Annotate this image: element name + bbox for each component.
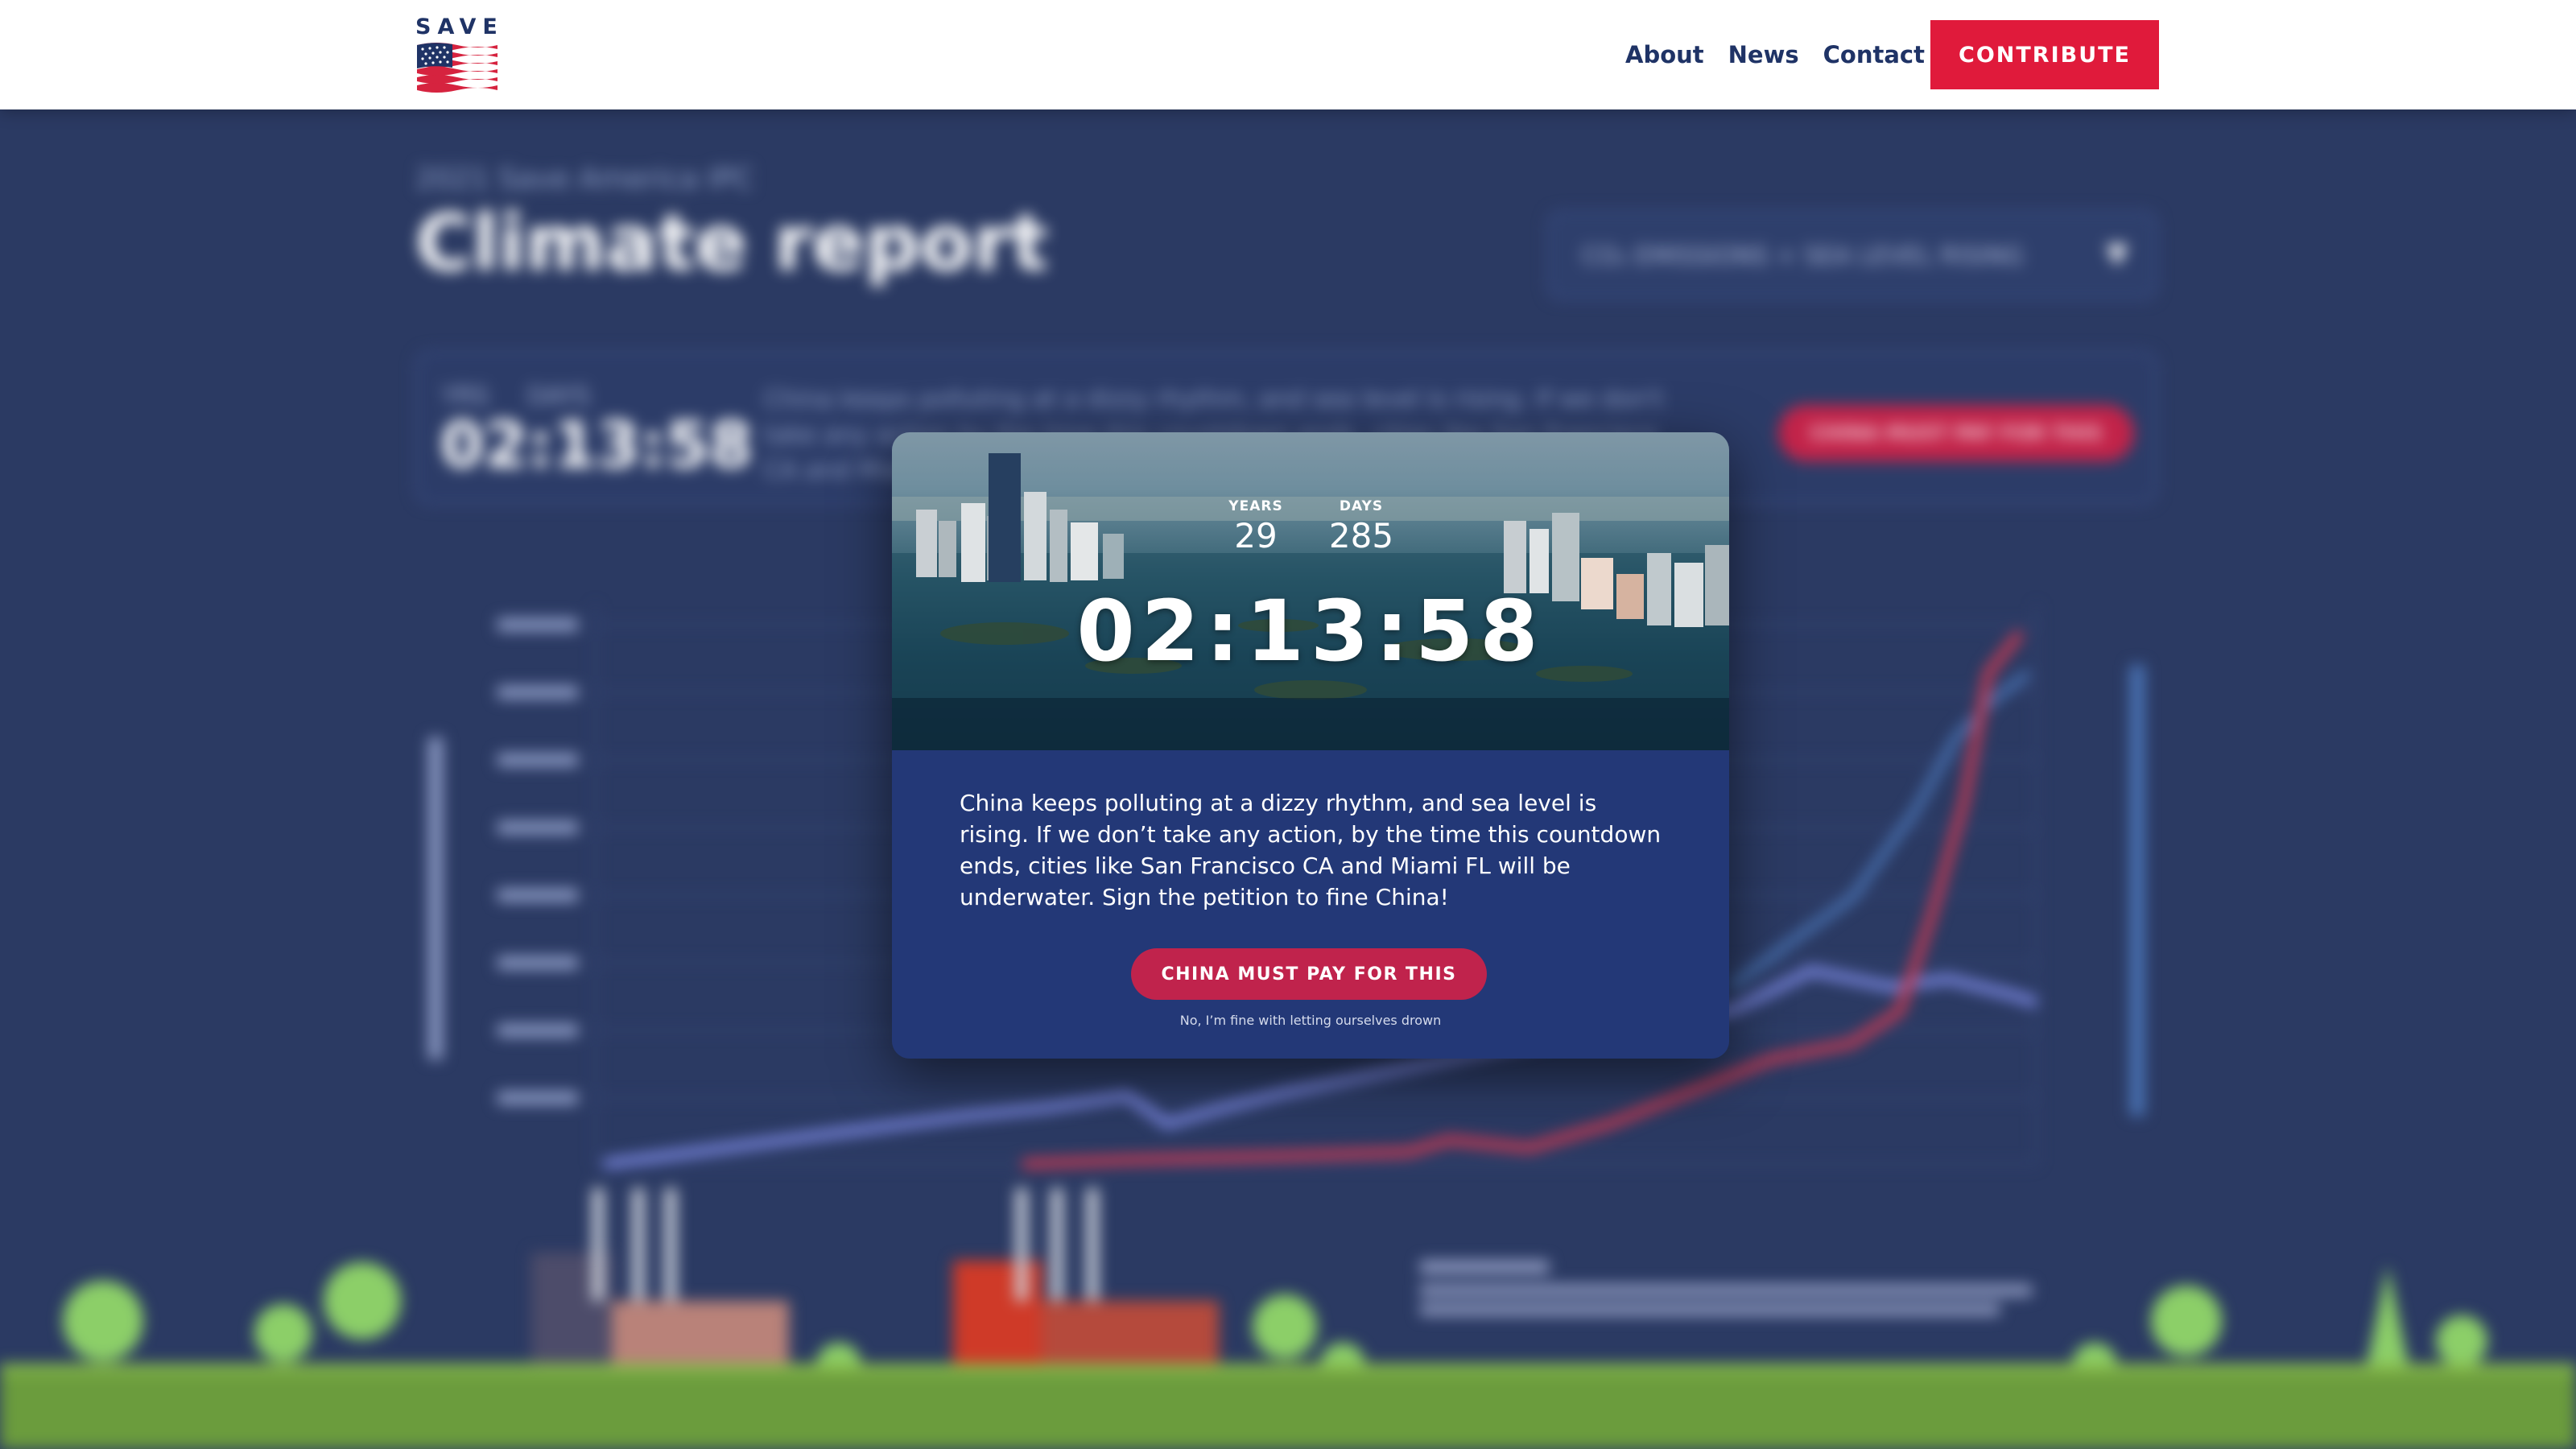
site-logo[interactable]: SAVE	[415, 16, 504, 97]
us-flag-icon	[417, 43, 497, 93]
ground	[0, 1373, 2576, 1449]
modal-body: China keeps polluting at a dizzy rhythm,…	[892, 750, 1729, 1059]
modal-message: China keeps polluting at a dizzy rhythm,…	[960, 790, 1662, 910]
days-label: DAYS	[1339, 498, 1384, 514]
years-label: YEARS	[1228, 498, 1283, 514]
flooded-city-image: YEARS 29 DAYS 285 02:13:58	[892, 432, 1729, 750]
china-must-pay-button[interactable]: CHINA MUST PAY FOR THIS	[1131, 948, 1487, 1000]
years-value: 29	[1234, 516, 1278, 555]
dismiss-link[interactable]: No, I’m fine with letting ourselves drow…	[892, 1013, 1729, 1028]
site-header: SAVE About News Contact CONTRIBUTE	[0, 0, 2576, 109]
countdown-clock: 02:13:58	[1076, 582, 1545, 680]
nav-news[interactable]: News	[1728, 41, 1799, 68]
days-counter: DAYS 285	[1313, 498, 1410, 558]
contribute-button[interactable]: CONTRIBUTE	[1930, 20, 2159, 89]
countdown-modal: YEARS 29 DAYS 285 02:13:58 China keeps p…	[892, 432, 1729, 1059]
nav-contact[interactable]: Contact	[1823, 41, 1925, 68]
years-counter: YEARS 29	[1208, 498, 1304, 558]
nav-about[interactable]: About	[1625, 41, 1704, 68]
days-value: 285	[1328, 516, 1394, 555]
logo-text: SAVE	[415, 14, 504, 39]
